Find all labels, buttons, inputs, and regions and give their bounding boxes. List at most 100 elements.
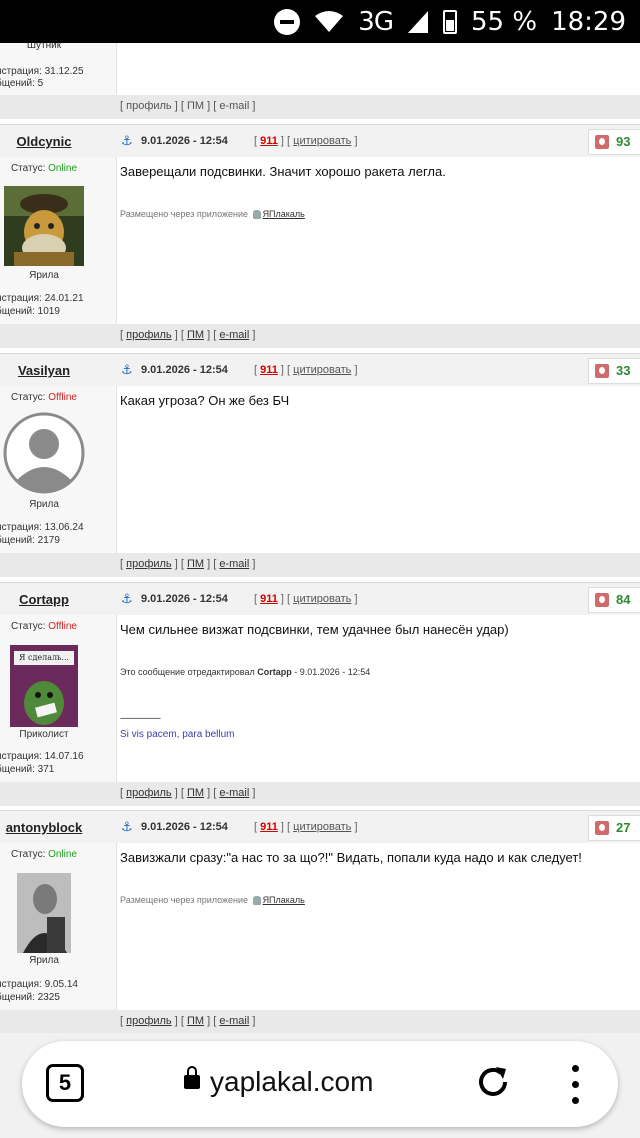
message-count: бщений: 2325: [0, 992, 60, 1003]
rating-icon[interactable]: [595, 593, 609, 607]
url-text[interactable]: yaplakal.com: [210, 1066, 373, 1098]
post-author-column: Шутник истрация: 31.12.25 бщений: 5: [0, 43, 117, 95]
post-body: Какая угроза? Он же без БЧ: [117, 386, 640, 553]
post-date: 9.01.2026 - 12:54: [141, 821, 228, 833]
user-avatar[interactable]: [17, 873, 71, 953]
post-body: Заверещали подсвинки. Значит хорошо раке…: [117, 157, 640, 324]
anchor-icon[interactable]: ⚓: [121, 591, 135, 607]
rating-value: 93: [616, 134, 631, 149]
post-rating[interactable]: 93: [588, 129, 640, 155]
post-footer: [ профиль ] [ ПМ ] [ e-mail ]: [0, 324, 640, 348]
system-status-bar: 3G 55 % 18:29: [0, 0, 640, 43]
report-911-link[interactable]: 911: [260, 821, 278, 833]
tabs-button[interactable]: 5: [46, 1064, 84, 1102]
post-author-column: Статус: Online Ярила истрация: 9.05.14 б…: [0, 843, 117, 1010]
post-header: Oldcynic ⚓ 9.01.2026 - 12:54 [ 911 ] [ ц…: [0, 124, 640, 157]
rating-icon[interactable]: [595, 821, 609, 835]
pm-link[interactable]: ПМ: [187, 787, 204, 799]
quote-link[interactable]: цитировать: [293, 821, 351, 833]
email-link[interactable]: e-mail: [219, 329, 249, 341]
app-link[interactable]: ЯПлакаль: [263, 895, 305, 905]
email-link[interactable]: e-mail: [219, 787, 249, 799]
profile-link[interactable]: профиль: [126, 100, 172, 112]
post-actions: [ 911 ] [ цитировать ]: [254, 364, 358, 376]
user-rank: Ярила: [29, 499, 59, 510]
user-status: Статус: Offline: [11, 392, 77, 403]
email-link[interactable]: e-mail: [219, 100, 249, 112]
anchor-icon[interactable]: ⚓: [121, 819, 135, 835]
post-actions: [ 911 ] [ цитировать ]: [254, 593, 358, 605]
post-footer: [ профиль ] [ ПМ ] [ e-mail ]: [0, 553, 640, 577]
report-911-link[interactable]: 911: [260, 364, 278, 376]
post-actions: [ 911 ] [ цитировать ]: [254, 135, 358, 147]
report-911-link[interactable]: 911: [260, 135, 278, 147]
battery-percent: 55 %: [471, 6, 538, 37]
post-username[interactable]: antonyblock: [0, 820, 88, 835]
forum-post: Vasilyan ⚓ 9.01.2026 - 12:54 [ 911 ] [ ц…: [0, 353, 640, 577]
lock-icon: [184, 1066, 200, 1089]
reload-icon[interactable]: [474, 1063, 512, 1101]
address-bar[interactable]: 5 yaplakal.com: [22, 1041, 618, 1127]
rating-icon[interactable]: [595, 135, 609, 149]
post-rating[interactable]: 33: [588, 358, 640, 384]
anchor-icon[interactable]: ⚓: [121, 362, 135, 378]
quote-link[interactable]: цитировать: [293, 364, 351, 376]
email-link[interactable]: e-mail: [219, 558, 249, 570]
post-header: Vasilyan ⚓ 9.01.2026 - 12:54 [ 911 ] [ ц…: [0, 353, 640, 386]
post-footer: [ профиль ] [ ПМ ] [ e-mail ]: [0, 782, 640, 806]
network-type: 3G: [358, 6, 394, 37]
profile-link[interactable]: профиль: [126, 329, 172, 341]
rating-value: 84: [616, 592, 631, 607]
post-author-column: Статус: Offline Ярила истрация: 13.06.24…: [0, 386, 117, 553]
message-count: бщений: 371: [0, 764, 55, 775]
quote-link[interactable]: цитировать: [293, 593, 351, 605]
post-username[interactable]: Cortapp: [0, 592, 88, 607]
signal-icon: [407, 10, 429, 34]
anchor-icon[interactable]: ⚓: [121, 133, 135, 149]
registration-date: истрация: 31.12.25: [0, 66, 84, 77]
post-rating[interactable]: 84: [588, 587, 640, 613]
rating-icon[interactable]: [595, 364, 609, 378]
user-rank: Ярила: [29, 955, 59, 966]
pm-link[interactable]: ПМ: [187, 100, 204, 112]
app-link[interactable]: ЯПлакаль: [263, 209, 305, 219]
forum-post: Oldcynic ⚓ 9.01.2026 - 12:54 [ 911 ] [ ц…: [0, 124, 640, 348]
report-911-link[interactable]: 911: [260, 593, 278, 605]
post-username[interactable]: Oldcynic: [0, 134, 88, 149]
profile-link[interactable]: профиль: [126, 1015, 172, 1027]
rating-value: 27: [616, 820, 631, 835]
post-rating[interactable]: 27: [588, 815, 640, 841]
footer-links: [ профиль ] [ ПМ ] [ e-mail ]: [120, 558, 256, 570]
default-avatar-icon[interactable]: [3, 412, 85, 494]
forum-thread[interactable]: Шутник истрация: 31.12.25 бщений: 5 [ пр…: [0, 43, 640, 1033]
registration-date: истрация: 9.05.14: [0, 979, 78, 990]
pm-link[interactable]: ПМ: [187, 1015, 204, 1027]
message-count: бщений: 5: [0, 78, 44, 89]
email-link[interactable]: e-mail: [219, 1015, 249, 1027]
profile-link[interactable]: профиль: [126, 787, 172, 799]
footer-links: [ профиль ] [ ПМ ] [ e-mail ]: [120, 329, 256, 341]
android-icon: [252, 210, 261, 220]
registration-date: истрация: 24.01.21: [0, 293, 84, 304]
footer-links: [ профиль ] [ ПМ ] [ e-mail ]: [120, 787, 256, 799]
pm-link[interactable]: ПМ: [187, 329, 204, 341]
quote-link[interactable]: цитировать: [293, 135, 351, 147]
battery-icon: [443, 9, 457, 34]
post-date: 9.01.2026 - 12:54: [141, 364, 228, 376]
avatar-caption: Я сделаль...: [14, 651, 74, 665]
profile-link[interactable]: профиль: [126, 558, 172, 570]
browser-toolbar: 5 yaplakal.com: [0, 1033, 640, 1138]
pm-link[interactable]: ПМ: [187, 558, 204, 570]
more-options-icon[interactable]: [568, 1063, 582, 1107]
post-footer: [ профиль ] [ ПМ ] [ e-mail ]: [0, 95, 640, 119]
user-status: Статус: Online: [10, 163, 78, 174]
post-text: Какая угроза? Он же без БЧ: [120, 393, 290, 408]
user-avatar[interactable]: Я сделаль...: [10, 645, 78, 727]
forum-post: antonyblock ⚓ 9.01.2026 - 12:54 [ 911 ] …: [0, 810, 640, 1033]
user-rank: Ярила: [29, 270, 59, 281]
user-avatar[interactable]: [4, 186, 84, 266]
post-text: Чем сильнее визжат подсвинки, тем удачне…: [120, 622, 509, 637]
user-status: Статус: Offline: [11, 621, 77, 632]
registration-date: истрация: 14.07.16: [0, 751, 84, 762]
post-username[interactable]: Vasilyan: [0, 363, 88, 378]
